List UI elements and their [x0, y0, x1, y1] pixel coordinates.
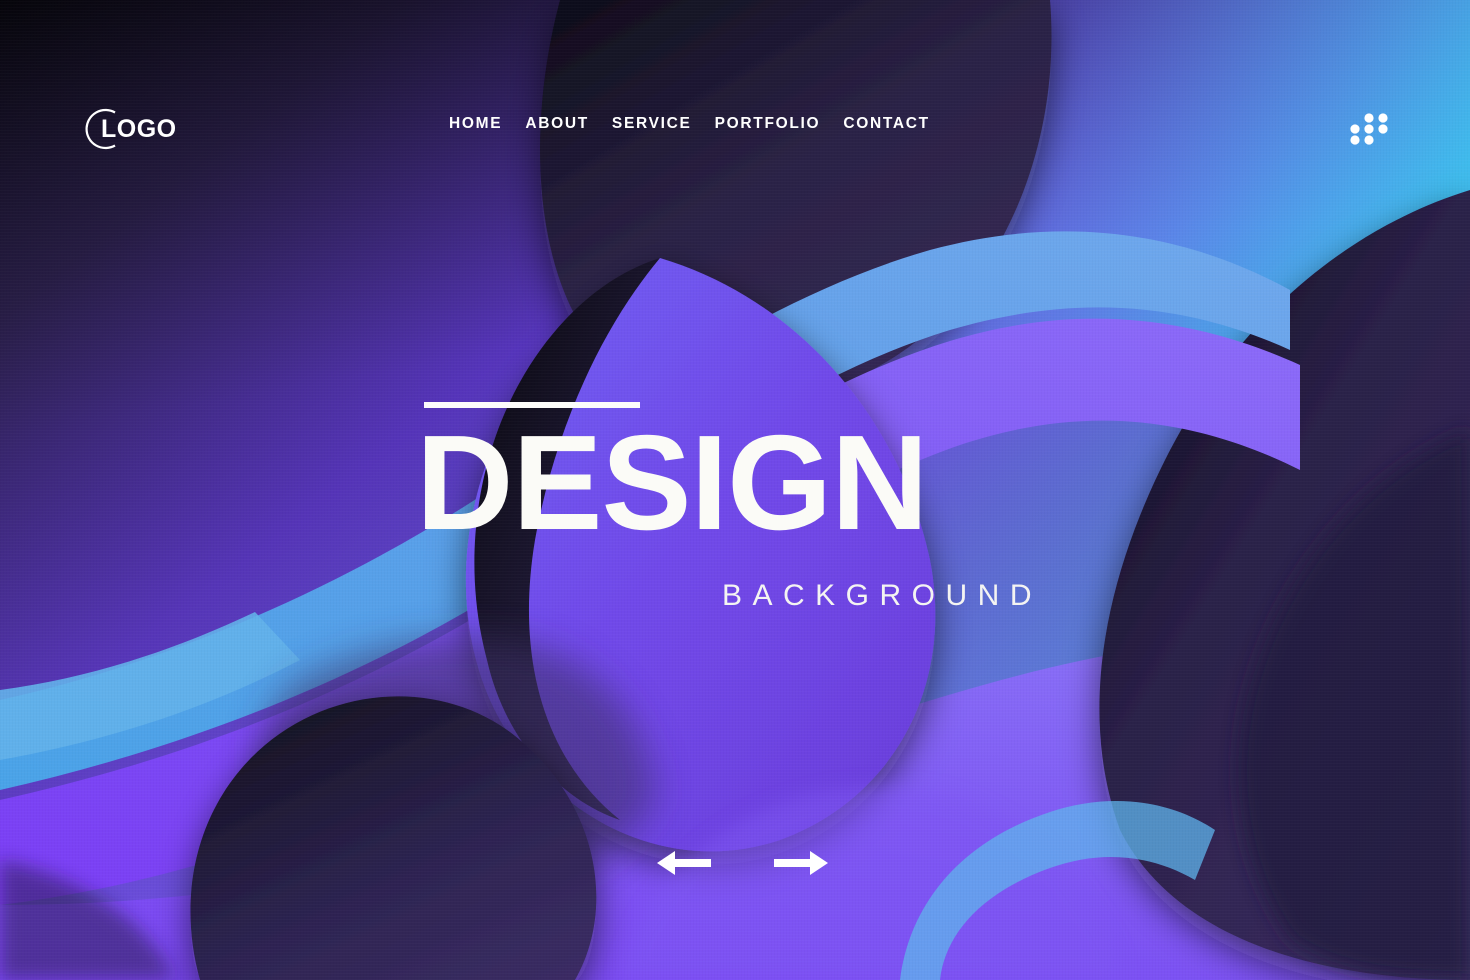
page-title: DESIGN: [416, 407, 929, 558]
nav-item-service[interactable]: SERVICE: [612, 114, 692, 134]
dot-grid-icon[interactable]: [1348, 110, 1390, 148]
page-subtitle: BACKGROUND: [721, 579, 1042, 612]
nav-item-about[interactable]: ABOUT: [525, 114, 589, 134]
nav-item-contact[interactable]: CONTACT: [843, 114, 930, 134]
site-header: LOGO HOME ABOUT SERVICE PORTFOLIO CONTAC…: [0, 0, 1470, 255]
slider-navigation: [655, 845, 830, 881]
logo[interactable]: LOGO: [80, 103, 190, 155]
arrow-right-icon[interactable]: [772, 846, 830, 880]
arrow-left-icon[interactable]: [655, 846, 713, 880]
main-navigation: HOME ABOUT SERVICE PORTFOLIO CONTACT: [449, 114, 930, 134]
nav-item-home[interactable]: HOME: [449, 114, 502, 134]
landing-page-hero: LOGO HOME ABOUT SERVICE PORTFOLIO CONTAC…: [0, 0, 1470, 980]
hero-divider-rule: [424, 402, 640, 408]
logo-text: LOGO: [101, 115, 177, 143]
nav-item-portfolio[interactable]: PORTFOLIO: [715, 114, 821, 134]
